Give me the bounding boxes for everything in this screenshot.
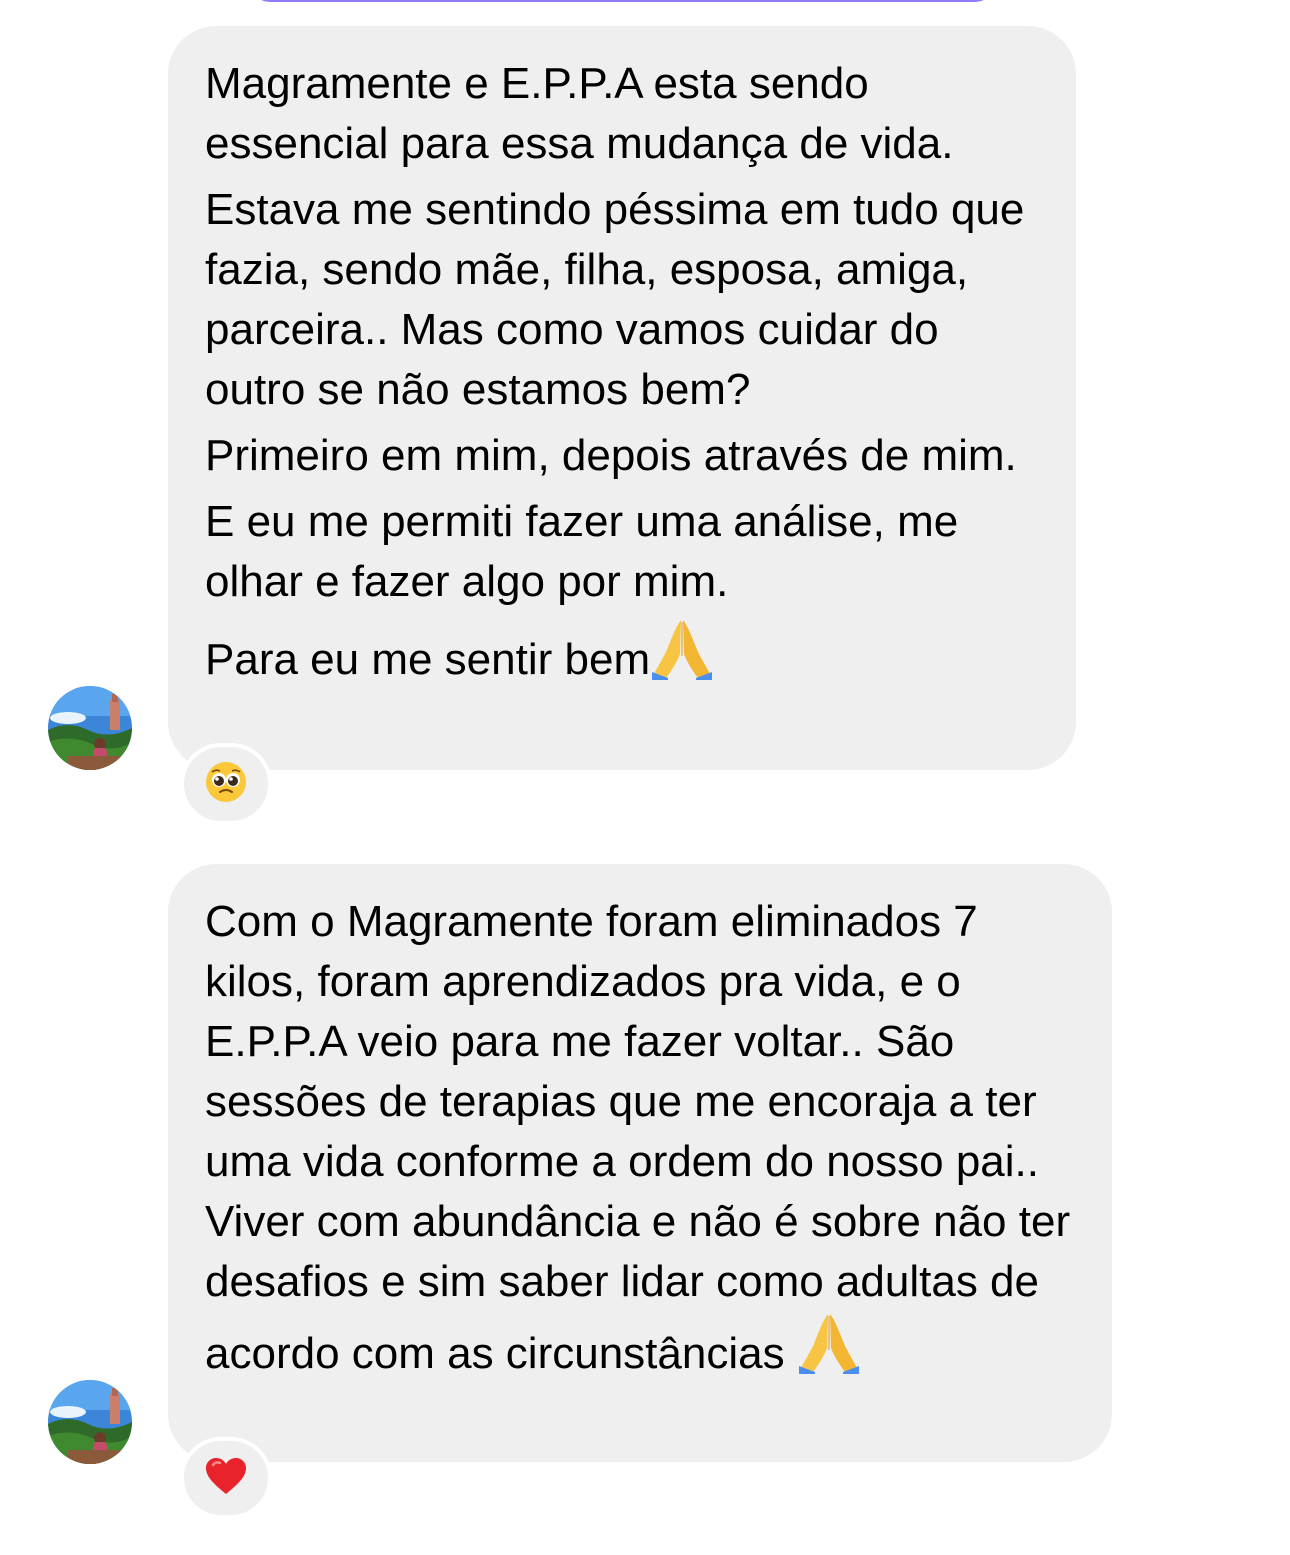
message-last-line: Para eu me sentir bem	[205, 618, 1040, 696]
reaction-badge[interactable]	[180, 743, 272, 825]
message-last-line: Com o Magramente foram eliminados 7 kilo…	[205, 892, 1076, 1390]
message-bubble[interactable]: Com o Magramente foram eliminados 7 kilo…	[168, 864, 1112, 1462]
chat-thread: Magramente e E.P.P.A esta sendo essencia…	[0, 0, 1290, 1555]
message-text: Para eu me sentir bem	[205, 635, 651, 684]
message-paragraph: Magramente e E.P.P.A esta sendo essencia…	[205, 59, 954, 168]
folded-hands-icon	[652, 618, 713, 696]
message-text: Com o Magramente foram eliminados 7 kilo…	[205, 897, 1071, 1378]
message-bubble[interactable]: Magramente e E.P.P.A esta sendo essencia…	[168, 26, 1076, 770]
reaction-badge[interactable]	[180, 1437, 272, 1519]
pleading-face-icon	[204, 760, 248, 809]
previous-message-edge[interactable]	[250, 0, 995, 2]
avatar[interactable]	[48, 686, 132, 770]
folded-hands-icon	[798, 1312, 859, 1390]
red-heart-icon	[204, 1456, 248, 1501]
message-paragraph: E eu me permiti fazer uma análise, me ol…	[205, 497, 959, 606]
message-paragraph: Estava me sentindo péssima em tudo que f…	[205, 185, 1025, 414]
avatar[interactable]	[48, 1380, 132, 1464]
message-paragraph: Primeiro em mim, depois através de mim.	[205, 431, 1017, 480]
